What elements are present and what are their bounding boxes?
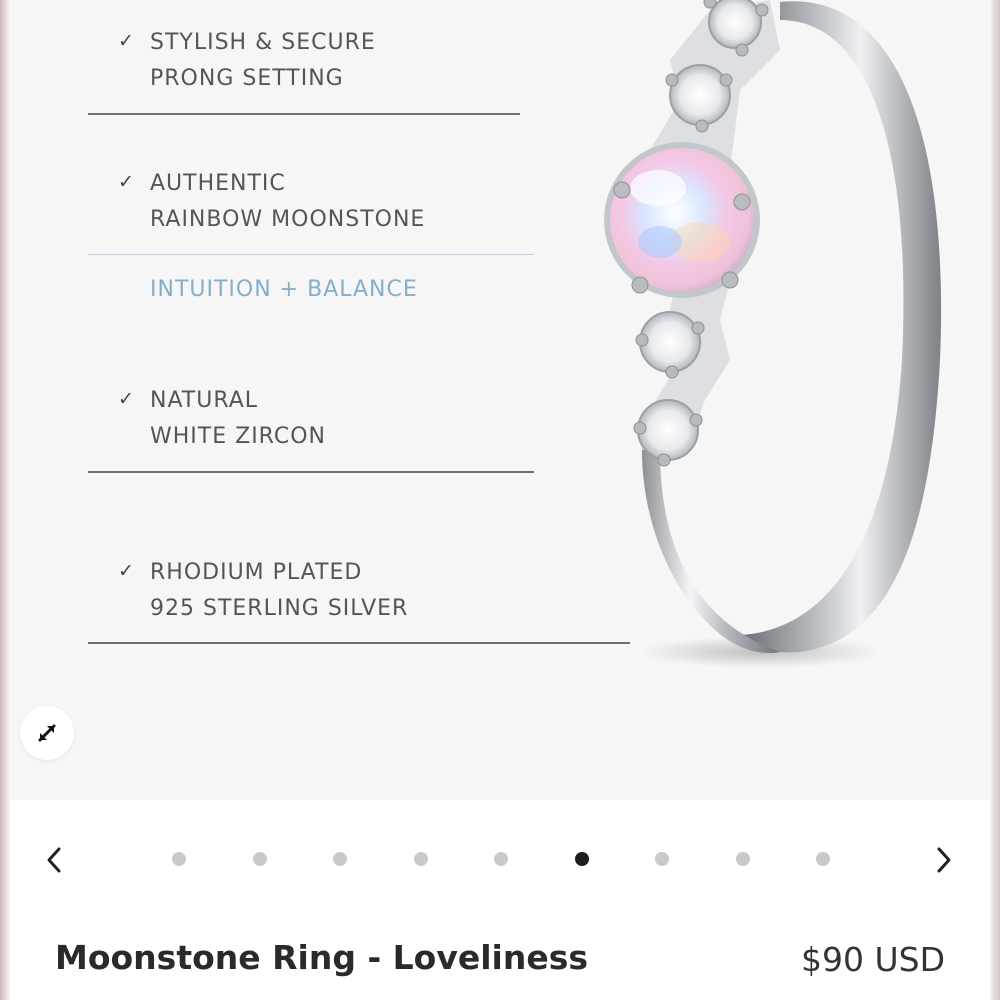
check-icon: ✓ [118, 388, 134, 410]
carousel-dot[interactable] [333, 852, 347, 866]
carousel-dot[interactable] [413, 852, 428, 866]
feature-line: AUTHENTIC [150, 171, 286, 196]
carousel-dot[interactable] [655, 852, 669, 866]
next-image-button[interactable] [924, 840, 964, 880]
check-icon: ✓ [118, 560, 134, 582]
feature-line: WHITE ZIRCON [150, 424, 327, 449]
carousel-dot[interactable] [172, 852, 186, 866]
carousel-dot[interactable] [816, 852, 830, 866]
product-title: Moonstone Ring - Loveliness [55, 938, 589, 977]
feature-line: STYLISH & SECURE [150, 30, 376, 55]
feature-line: 925 STERLING SILVER [150, 596, 409, 621]
chevron-right-icon [937, 847, 951, 873]
product-page: ✓ STYLISH & SECURE PRONG SETTING ✓ AUTHE… [0, 0, 1000, 1000]
divider [88, 471, 534, 473]
image-carousel-nav [10, 800, 990, 920]
carousel-dot[interactable] [574, 852, 589, 866]
feature-line: PRONG SETTING [150, 66, 344, 91]
product-info: Moonstone Ring - Loveliness $90 USD [10, 920, 990, 1000]
divider [88, 254, 534, 255]
carousel-dot[interactable] [252, 852, 267, 866]
check-icon: ✓ [118, 171, 134, 193]
stone-meaning: INTUITION + BALANCE [150, 277, 418, 302]
check-icon: ✓ [118, 30, 134, 52]
carousel-dot[interactable] [735, 852, 750, 866]
feature-list: ✓ STYLISH & SECURE PRONG SETTING ✓ AUTHE… [10, 0, 630, 800]
carousel-dots [170, 852, 830, 868]
carousel-dot[interactable] [494, 852, 508, 866]
chevron-left-icon [47, 847, 61, 873]
ring-image [604, 0, 942, 668]
feature-line: RHODIUM PLATED [150, 560, 363, 585]
product-price: $90 USD [801, 940, 945, 979]
expand-arrows-icon [38, 724, 56, 742]
previous-image-button[interactable] [34, 840, 74, 880]
divider [88, 113, 520, 115]
expand-image-button[interactable] [20, 706, 74, 760]
feature-line: NATURAL [150, 388, 259, 413]
feature-line: RAINBOW MOONSTONE [150, 207, 426, 232]
product-image-slide[interactable]: ✓ STYLISH & SECURE PRONG SETTING ✓ AUTHE… [10, 0, 990, 800]
